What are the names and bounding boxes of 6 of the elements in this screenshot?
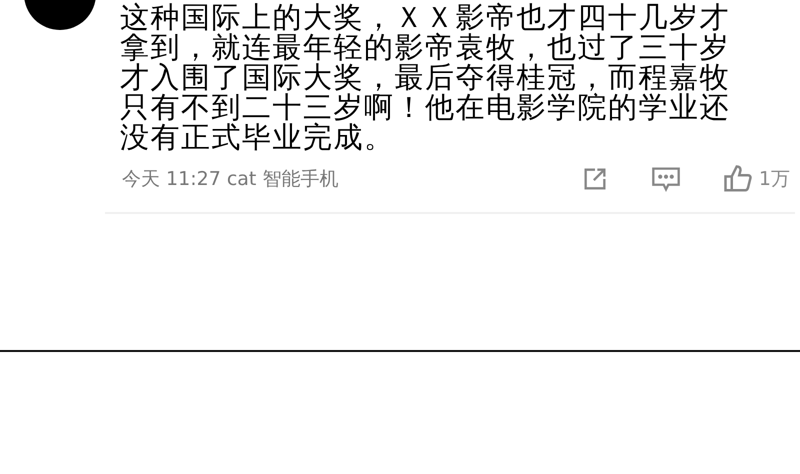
comment-meta: 今天 11:27 cat 智能手机 (122, 167, 338, 192)
thumbs-up-icon (722, 164, 753, 194)
comment-icon (650, 165, 681, 193)
comment-text: 这种国际上的大奖，ＸＸ影帝也才四十几岁才拿到，就连最年轻的影帝袁牧，也过了三十岁才入围了国际大奖，最后夺得桂冠，而程嘉牧只有不到二十三岁啊！他在电影学院的学业还没有正式毕业完成。 (120, 2, 731, 152)
comment-button[interactable] (650, 165, 681, 193)
like-button[interactable]: 1万 (722, 164, 790, 194)
